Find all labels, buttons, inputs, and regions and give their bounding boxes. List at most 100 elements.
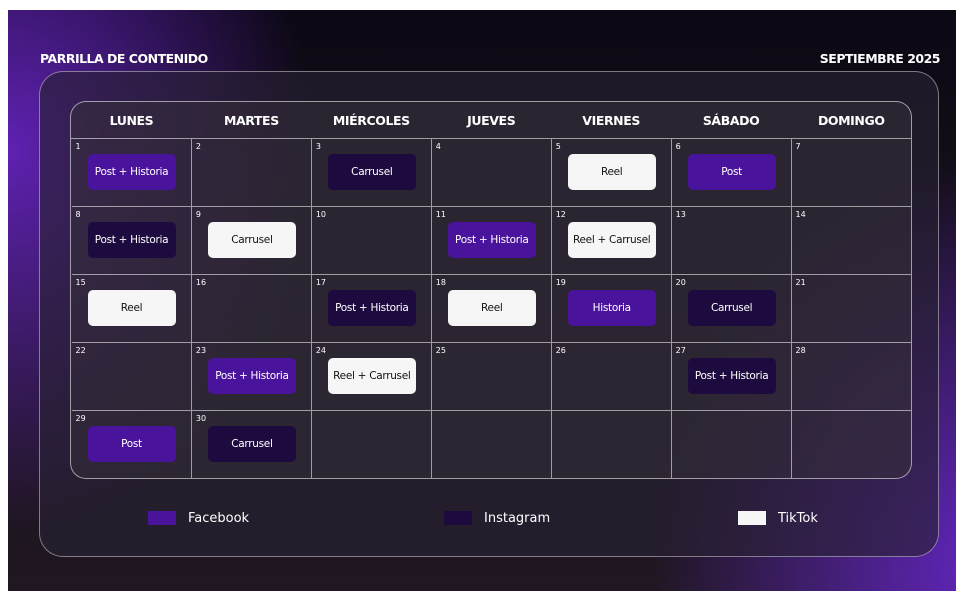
- content-chip-instagram: Post + Historia: [687, 358, 776, 394]
- weekday-header-row: LUNES MARTES MIÉRCOLES JUEVES VIERNES SÁ…: [71, 102, 911, 139]
- content-chip-facebook: Post + Historia: [207, 358, 296, 394]
- weekday-sunday: DOMINGO: [791, 102, 911, 139]
- day-number: 25: [435, 346, 446, 355]
- weekday-tuesday: MARTES: [191, 102, 312, 139]
- calendar-day-cell: 30 Carrusel: [190, 410, 312, 478]
- calendar-day-cell: 10: [310, 206, 432, 275]
- calendar-week-row: 15 Reel 16 17 Post + Historia 18 Reel 19 Histori…: [71, 274, 911, 343]
- weekday-monday: LUNES: [71, 102, 192, 139]
- day-number: 2: [195, 142, 202, 151]
- content-calendar-slide: PARRILLA DE CONTENIDO SEPTIEMBRE 2025 LU…: [8, 10, 956, 591]
- content-chip-tiktok: Reel: [87, 290, 176, 326]
- calendar-day-cell: 11 Post + Historia: [430, 206, 552, 275]
- calendar-day-cell: 23 Post + Historia: [190, 342, 312, 411]
- legend-label: Facebook: [188, 510, 250, 526]
- calendar-day-cell: 20 Carrusel: [670, 274, 792, 343]
- calendar-day-cell: 5 Reel: [550, 138, 672, 207]
- calendar-day-cell: 22: [71, 342, 192, 411]
- calendar-day-cell: 13: [670, 206, 792, 275]
- day-number: 26: [555, 346, 566, 355]
- content-chip-instagram: Post + Historia: [87, 222, 176, 258]
- content-chip-instagram: Post + Historia: [327, 290, 416, 326]
- day-number: 7: [795, 142, 801, 151]
- calendar-day-cell: [670, 410, 792, 478]
- calendar-day-cell: 15 Reel: [71, 274, 192, 343]
- day-number: 5: [555, 142, 561, 151]
- day-number: 20: [675, 278, 686, 287]
- day-number: 15: [75, 278, 86, 287]
- legend-instagram: Instagram: [444, 510, 550, 526]
- day-number: 14: [795, 210, 806, 219]
- day-number: 30: [195, 414, 207, 423]
- calendar-day-cell: 26: [550, 342, 672, 411]
- content-chip-tiktok: Reel + Carrusel: [327, 358, 416, 394]
- content-chip-facebook: Historia: [567, 290, 656, 326]
- day-number: 21: [795, 278, 806, 287]
- weekday-saturday: SÁBADO: [671, 102, 792, 139]
- day-number: 19: [555, 278, 566, 287]
- day-number: 8: [75, 210, 81, 219]
- day-number: 17: [315, 278, 327, 287]
- weekday-friday: VIERNES: [551, 102, 672, 139]
- day-number: 24: [315, 346, 327, 355]
- day-number: 16: [195, 278, 207, 287]
- legend-tiktok: TikTok: [738, 510, 818, 526]
- calendar-day-cell: 14: [790, 206, 911, 275]
- day-number: 1: [75, 142, 81, 151]
- content-chip-instagram: Carrusel: [687, 290, 776, 326]
- day-number: 9: [195, 210, 202, 219]
- weekday-wednesday: MIÉRCOLES: [311, 102, 432, 139]
- calendar-weeks: 1 Post + Historia 2 3 Carrusel 4 5 Reel 6 Post 7 8 P…: [71, 138, 911, 478]
- day-number: 22: [75, 346, 86, 355]
- calendar-day-cell: 1 Post + Historia: [72, 139, 192, 207]
- page-title: PARRILLA DE CONTENIDO: [40, 51, 208, 66]
- calendar-day-cell: 12 Reel + Carrusel: [550, 206, 672, 275]
- month-label: SEPTIEMBRE 2025: [819, 51, 941, 66]
- day-number: 13: [675, 210, 686, 219]
- day-number: 11: [435, 210, 446, 219]
- calendar-week-row: 1 Post + Historia 2 3 Carrusel 4 5 Reel 6 Post 7: [72, 138, 911, 207]
- day-number: 3: [315, 142, 321, 151]
- calendar-week-row: 8 Post + Historia 9 Carrusel 10 11 Post + Hist…: [71, 206, 911, 275]
- calendar-day-cell: 8 Post + Historia: [71, 206, 192, 275]
- content-chip-facebook: Post: [687, 154, 776, 190]
- weekday-thursday: JUEVES: [431, 102, 552, 139]
- calendar-day-cell: [430, 410, 552, 478]
- calendar-day-cell: 2: [190, 138, 312, 207]
- content-chip-tiktok: Reel: [447, 290, 536, 326]
- calendar-day-cell: 9 Carrusel: [190, 206, 312, 275]
- legend-label: TikTok: [778, 510, 818, 526]
- calendar-grid: LUNES MARTES MIÉRCOLES JUEVES VIERNES SÁ…: [70, 101, 912, 479]
- content-chip-tiktok: Carrusel: [207, 222, 296, 258]
- tiktok-swatch: [738, 511, 766, 525]
- calendar-day-cell: 29 Post: [71, 410, 192, 478]
- legend-facebook: Facebook: [148, 510, 249, 526]
- calendar-day-cell: [310, 410, 432, 478]
- calendar-day-cell: 4: [430, 138, 552, 207]
- day-number: 27: [675, 346, 686, 355]
- day-number: 12: [555, 210, 566, 219]
- legend-label: Instagram: [484, 510, 551, 526]
- calendar-day-cell: 17 Post + Historia: [310, 274, 432, 343]
- calendar-day-cell: 18 Reel: [430, 274, 552, 343]
- content-chip-facebook: Post + Historia: [87, 154, 176, 190]
- calendar-week-row: 29 Post 30 Carrusel: [71, 410, 911, 478]
- calendar-day-cell: 6 Post: [670, 138, 792, 207]
- day-number: 10: [315, 210, 327, 219]
- calendar-week-row: 22 23 Post + Historia 24 Reel + Carrusel 25 26…: [71, 342, 911, 411]
- day-number: 29: [75, 414, 86, 423]
- calendar-day-cell: 25: [430, 342, 552, 411]
- content-chip-tiktok: Reel + Carrusel: [567, 222, 656, 258]
- content-chip-facebook: Post + Historia: [447, 222, 536, 258]
- content-chip-instagram: Carrusel: [207, 426, 296, 462]
- day-number: 6: [675, 142, 681, 151]
- calendar-day-cell: [790, 410, 911, 478]
- calendar-day-cell: 28: [790, 342, 911, 411]
- calendar-day-cell: 7: [790, 138, 911, 207]
- calendar-day-cell: 3 Carrusel: [310, 138, 432, 207]
- content-chip-facebook: Post: [87, 426, 176, 462]
- content-chip-instagram: Carrusel: [327, 154, 416, 190]
- day-number: 18: [435, 278, 446, 287]
- calendar-day-cell: 21: [790, 274, 911, 343]
- calendar-day-cell: 16: [190, 274, 312, 343]
